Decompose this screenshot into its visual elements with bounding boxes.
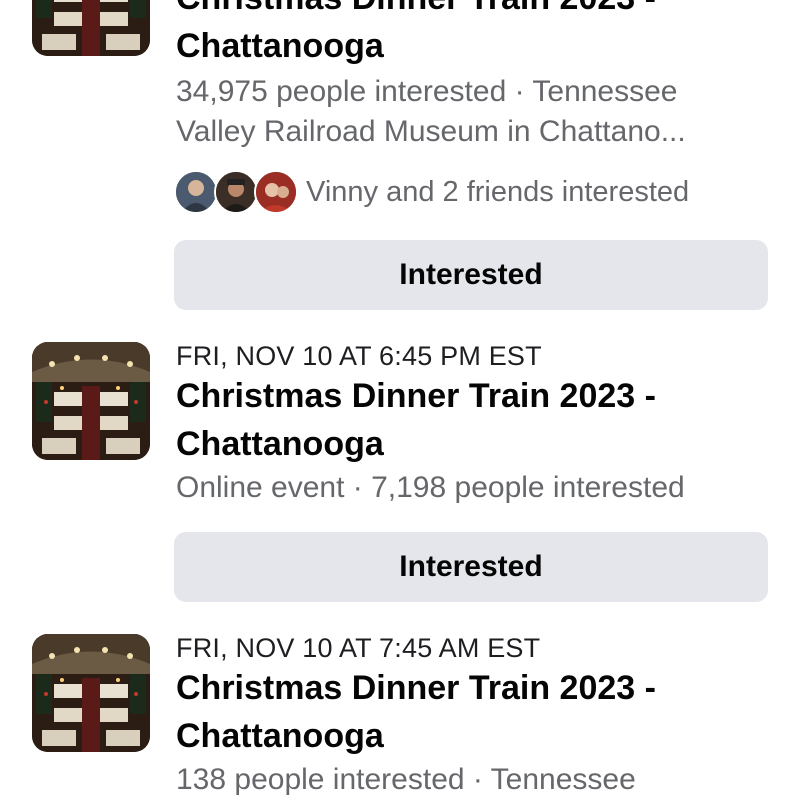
interested-button[interactable]: Interested: [174, 532, 768, 602]
event-date: FRI, NOV 10 AT 6:45 PM EST: [176, 341, 542, 371]
train-photo-icon: [32, 634, 150, 752]
event-title-line2[interactable]: Chattanooga: [176, 712, 776, 760]
friend-avatar-3-icon: [254, 170, 298, 214]
event-meta-line1: 138 people interested · Tennessee: [176, 763, 636, 796]
event-title-line2[interactable]: Chattanooga: [176, 420, 776, 468]
event-meta-line1: Online event · 7,198 people interested: [176, 471, 685, 504]
friend-avatar-2-icon: [214, 170, 258, 214]
interested-button[interactable]: Interested: [174, 240, 768, 310]
event-title-line1[interactable]: Christmas Dinner Train 2023 -: [176, 0, 776, 22]
friends-interested[interactable]: Vinny and 2 friends interested: [174, 168, 689, 216]
events-feed: Christmas Dinner Train 2023 - Chattanoog…: [0, 0, 800, 800]
friend-avatars: [174, 168, 302, 216]
event-thumbnail[interactable]: [32, 634, 150, 752]
event-card[interactable]: FRI, NOV 10 AT 6:45 PM EST Christmas Din…: [0, 340, 800, 602]
event-thumbnail[interactable]: [32, 342, 150, 460]
event-thumbnail[interactable]: [32, 0, 150, 56]
friends-interested-text: Vinny and 2 friends interested: [306, 175, 690, 208]
event-card[interactable]: FRI, NOV 10 AT 7:45 AM EST Christmas Din…: [0, 632, 800, 800]
event-date: FRI, NOV 10 AT 7:45 AM EST: [176, 633, 541, 663]
event-meta-line1: 34,975 people interested · Tennessee: [176, 75, 678, 108]
train-photo-icon: [32, 342, 150, 460]
event-title-line2[interactable]: Chattanooga: [176, 22, 776, 70]
event-title-line1[interactable]: Christmas Dinner Train 2023 -: [176, 372, 776, 420]
friend-avatar-1-icon: [174, 170, 218, 214]
train-photo-icon: [32, 0, 150, 56]
event-meta-line2: Valley Railroad Museum in Chattano...: [176, 115, 686, 148]
event-card[interactable]: Christmas Dinner Train 2023 - Chattanoog…: [0, 0, 800, 320]
event-title-line1[interactable]: Christmas Dinner Train 2023 -: [176, 664, 776, 712]
